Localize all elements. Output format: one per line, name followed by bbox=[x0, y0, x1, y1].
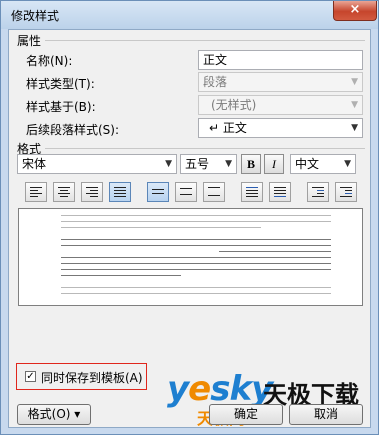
next-style-value: ↵ 正文 bbox=[209, 121, 247, 135]
preview-line bbox=[219, 251, 331, 252]
space-before-icon bbox=[246, 187, 258, 199]
justify-button[interactable] bbox=[109, 182, 131, 202]
align-left-icon bbox=[30, 187, 42, 199]
justify-icon bbox=[114, 187, 126, 199]
script-value: 中文 bbox=[295, 157, 320, 171]
title-bar: 修改样式 × bbox=[1, 1, 378, 29]
preview-line bbox=[61, 263, 331, 264]
format-menu-button[interactable]: 格式(O) ▾ bbox=[17, 404, 91, 425]
one-half-spacing-icon bbox=[180, 188, 192, 197]
decrease-indent-icon bbox=[312, 187, 324, 199]
align-center-button[interactable] bbox=[53, 182, 75, 202]
preview-line bbox=[61, 287, 331, 288]
one-half-spacing-button[interactable] bbox=[175, 182, 197, 202]
italic-button[interactable]: I bbox=[264, 154, 284, 174]
next-style-label: 后续段落样式(S): bbox=[26, 123, 120, 137]
align-right-button[interactable] bbox=[81, 182, 103, 202]
increase-indent-button[interactable] bbox=[335, 182, 357, 202]
font-size-select[interactable]: 五号 ▼ bbox=[180, 154, 237, 174]
save-to-template-label: 同时保存到模板(A) bbox=[41, 371, 143, 385]
style-type-select[interactable]: 段落 ▼ bbox=[198, 72, 363, 92]
save-to-template-option[interactable]: ✓ 同时保存到模板(A) bbox=[16, 363, 147, 390]
close-icon: × bbox=[349, 2, 361, 17]
font-value: 宋体 bbox=[22, 157, 47, 171]
based-on-value: (无样式) bbox=[211, 98, 257, 112]
chevron-down-icon: ▼ bbox=[225, 159, 232, 169]
based-on-select[interactable]: (无样式) ▼ bbox=[198, 95, 363, 115]
watermark-brand-latin: yesky bbox=[167, 369, 273, 409]
modify-style-dialog: 修改样式 × 属性 名称(N): 正文 样式类型(T): 段落 ▼ 样式基于(B)… bbox=[0, 0, 379, 435]
space-before-button[interactable] bbox=[241, 182, 263, 202]
save-to-template-checkbox[interactable]: ✓ bbox=[25, 371, 36, 382]
name-field[interactable]: 正文 bbox=[198, 50, 363, 70]
preview-line bbox=[61, 215, 331, 216]
align-left-button[interactable] bbox=[25, 182, 47, 202]
decrease-indent-button[interactable] bbox=[307, 182, 329, 202]
ok-button[interactable]: 确定 bbox=[209, 404, 283, 425]
increase-indent-icon bbox=[340, 187, 352, 199]
chevron-down-icon: ▼ bbox=[344, 159, 351, 169]
name-value: 正文 bbox=[203, 53, 228, 67]
style-type-label: 样式类型(T): bbox=[26, 77, 95, 91]
close-button[interactable]: × bbox=[333, 1, 377, 21]
properties-separator bbox=[45, 40, 365, 41]
single-spacing-button[interactable] bbox=[147, 182, 169, 202]
space-after-button[interactable] bbox=[269, 182, 291, 202]
single-spacing-icon bbox=[152, 189, 164, 196]
font-select[interactable]: 宋体 ▼ bbox=[17, 154, 177, 174]
align-right-icon bbox=[86, 187, 98, 199]
preview-line bbox=[61, 227, 261, 228]
dialog-body: 属性 名称(N): 正文 样式类型(T): 段落 ▼ 样式基于(B): (无样式)… bbox=[8, 29, 371, 428]
preview-line bbox=[61, 221, 331, 222]
preview-line bbox=[61, 275, 181, 276]
cancel-button[interactable]: 取消 bbox=[289, 404, 363, 425]
chevron-down-icon: ▼ bbox=[351, 100, 358, 110]
style-type-value: 段落 bbox=[203, 75, 228, 89]
format-separator bbox=[45, 148, 365, 149]
align-center-icon bbox=[58, 187, 70, 199]
properties-group-label: 属性 bbox=[17, 34, 42, 48]
script-select[interactable]: 中文 ▼ bbox=[290, 154, 356, 174]
dialog-title: 修改样式 bbox=[11, 9, 60, 23]
double-spacing-icon bbox=[208, 187, 220, 198]
chevron-down-icon: ▼ bbox=[351, 77, 358, 87]
preview-line bbox=[61, 269, 331, 270]
chevron-down-icon: ▼ bbox=[351, 123, 358, 133]
preview-line bbox=[61, 239, 331, 240]
font-size-value: 五号 bbox=[185, 157, 210, 171]
space-after-icon bbox=[274, 187, 286, 199]
next-style-select[interactable]: ↵ 正文 ▼ bbox=[198, 118, 363, 138]
name-label: 名称(N): bbox=[26, 54, 73, 68]
style-preview bbox=[18, 208, 363, 306]
based-on-label: 样式基于(B): bbox=[26, 100, 96, 114]
preview-line bbox=[61, 293, 331, 294]
double-spacing-button[interactable] bbox=[203, 182, 225, 202]
chevron-down-icon: ▼ bbox=[165, 159, 172, 169]
preview-line bbox=[61, 257, 331, 258]
preview-line bbox=[61, 245, 331, 246]
bold-button[interactable]: B bbox=[241, 154, 261, 174]
